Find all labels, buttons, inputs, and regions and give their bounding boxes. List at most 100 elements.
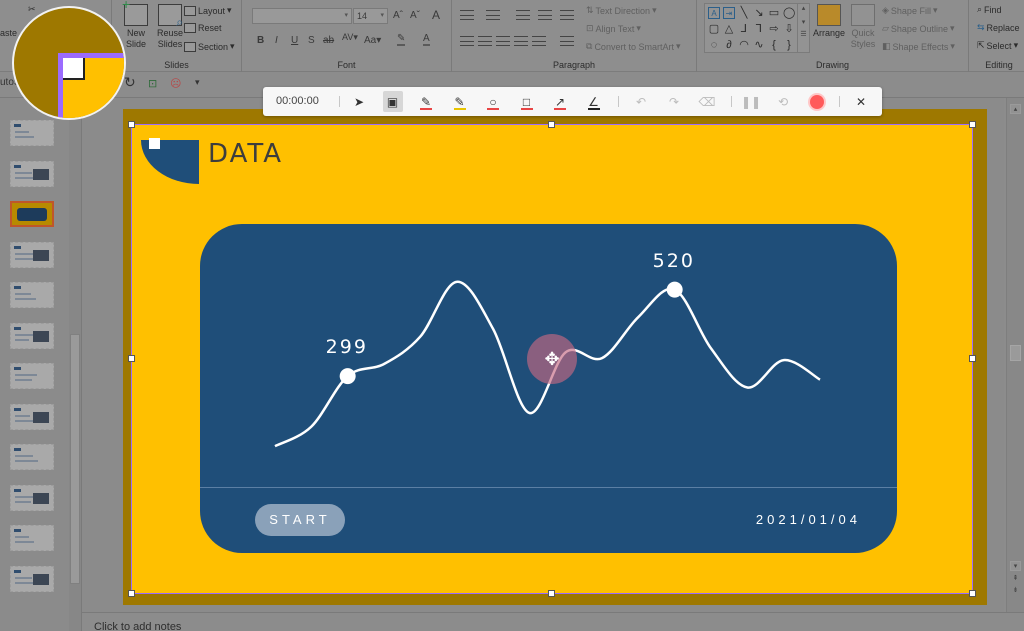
vertical-scrollbar[interactable]: ▴ ▾ ⇞ ⇟ [1006,98,1024,612]
shape-option[interactable]: ∂ [723,39,735,51]
accessibility-icon[interactable]: ☹ [170,77,181,90]
resize-handle-br[interactable] [969,590,976,597]
gallery-scroll[interactable]: ▴ ▾ ☰ [797,4,809,52]
select-button[interactable]: ⇱ Select ▾ [977,40,1018,51]
ellipse-tool[interactable]: ○ [483,91,503,112]
shape-fill-button[interactable]: ◈ Shape Fill ▾ [882,5,937,16]
customize-qat-button[interactable]: ▾ [195,77,200,88]
record-button[interactable] [807,91,827,112]
distributed-icon[interactable] [532,36,546,46]
arrow-tool[interactable]: ↗ [550,91,570,112]
scroll-up-button[interactable]: ▴ [1010,104,1021,114]
new-slide-button[interactable]: + New Slide [118,0,154,50]
paste-button[interactable]: aste [0,28,17,38]
shape-option[interactable]: ∿ [753,39,765,51]
bullets-icon[interactable] [460,10,474,20]
slide-thumbnail[interactable] [10,403,54,430]
shape-outline-button[interactable]: ▱ Shape Outline ▾ [882,23,955,34]
slide-thumbnail[interactable] [10,322,54,349]
shape-option[interactable]: ⅂ [753,23,765,35]
resize-handle-b[interactable] [548,590,555,597]
shape-option[interactable]: ◠ [738,39,750,51]
resize-handle-r[interactable] [969,355,976,362]
shape-option[interactable]: } [783,39,795,51]
highlighter-tool[interactable]: ✎ [450,91,470,112]
slide-thumbnail[interactable] [10,444,54,470]
slide-thumbnail[interactable] [10,363,54,389]
grow-font-button[interactable]: Aˆ [393,10,403,21]
slide-thumbnail[interactable] [10,201,54,227]
slide-thumbnail[interactable] [10,241,54,268]
section-button[interactable]: Section ▾ [184,41,235,52]
notes-pane[interactable]: Click to add notes [82,612,1024,631]
justify-icon[interactable] [514,36,528,46]
resize-handle-tl[interactable] [128,121,135,128]
slide-thumbnail[interactable] [10,525,54,551]
thumbnails-scroll-thumb[interactable] [70,334,80,584]
convert-smartart-button[interactable]: ⧉ Convert to SmartArt ▾ [586,41,681,52]
shape-option[interactable]: ◌ [708,39,720,51]
line-tool[interactable]: ∠ [584,91,604,112]
line-spacing-icon[interactable] [560,10,574,20]
align-text-button[interactable]: ⊡ Align Text ▾ [586,23,641,34]
cut-icon[interactable]: ✂ [28,4,36,15]
shape-option[interactable]: ⇩ [783,23,795,35]
font-name-combo[interactable]: ▾ [252,8,352,24]
slide-thumbnail[interactable] [10,484,54,511]
decrease-indent-icon[interactable] [516,10,530,20]
arrange-button[interactable]: Arrange [812,4,846,39]
undo-button[interactable]: ↶ [631,91,651,112]
chart-panel[interactable]: START 2021/01/04 299 520 [200,224,897,553]
resize-handle-t[interactable] [548,121,555,128]
slide-thumbnail[interactable] [10,282,54,308]
close-button[interactable]: ✕ [851,91,871,112]
strikethrough-button[interactable]: ab [323,35,334,46]
shape-option[interactable]: △ [723,23,735,35]
resize-handle-tr[interactable] [969,121,976,128]
replace-button[interactable]: ⇆ Replace [977,22,1020,33]
shrink-font-button[interactable]: Aˇ [410,10,420,21]
pen-tool[interactable]: ✎ [416,91,436,112]
clear-format-button[interactable]: A [432,8,440,22]
shape-option[interactable]: ⅃ [738,23,750,35]
shape-option[interactable]: ↘ [753,7,765,19]
pause-button[interactable]: ❚❚ [741,91,761,112]
start-button[interactable]: START [255,504,345,536]
shape-option[interactable]: A [708,7,720,19]
resize-handle-l[interactable] [128,355,135,362]
rectangle-tool[interactable]: □ [517,91,537,112]
previous-slide-button[interactable]: ⇞ [1010,574,1021,584]
align-center-icon[interactable] [478,36,492,46]
slide-thumbnail[interactable] [10,120,54,146]
resize-handle-bl[interactable] [128,590,135,597]
slide-title[interactable]: DATA [208,139,283,169]
next-slide-button[interactable]: ⇟ [1010,586,1021,596]
shape-option[interactable]: { [768,39,780,51]
align-right-icon[interactable] [496,36,510,46]
redo-button[interactable]: ↷ [664,91,684,112]
change-case-button[interactable]: Aa▾ [364,35,381,46]
columns-icon[interactable] [560,36,574,46]
text-direction-button[interactable]: ⇅ Text Direction ▾ [586,5,657,16]
pointer-tool[interactable]: ➤ [349,91,369,112]
highlight-button[interactable]: ✎ [397,33,406,46]
italic-button[interactable]: I [275,35,278,46]
present-icon[interactable]: ⊡ [148,77,157,90]
font-size-combo[interactable]: 14 ▾ [353,8,388,24]
redo-icon[interactable]: ↻ [124,74,136,91]
shape-option[interactable]: ╲ [738,7,750,19]
slide-thumbnail[interactable] [10,160,54,187]
slide-thumbnail[interactable] [10,565,54,592]
font-color-button[interactable]: A [423,33,430,46]
bold-button[interactable]: B [257,35,264,46]
scroll-down-button[interactable]: ▾ [1010,561,1021,571]
layout-button[interactable]: Layout ▾ [184,5,232,16]
underline-button[interactable]: U [291,35,298,46]
align-left-icon[interactable] [460,36,474,46]
char-spacing-button[interactable]: AV▾ [342,32,358,43]
shape-option[interactable]: ▭ [768,7,780,19]
shapes-gallery[interactable]: ▴ ▾ ☰ A ⇥ ╲ ↘ ▭ ◯ ▢ △ ⅃ ⅂ ⇨ ⇩ ◌ ∂ ◠ ∿{} [704,3,810,53]
thumbnails-scrollbar[interactable] [69,98,81,631]
clear-button[interactable]: ⌫ [697,91,717,112]
increase-indent-icon[interactable] [538,10,552,20]
